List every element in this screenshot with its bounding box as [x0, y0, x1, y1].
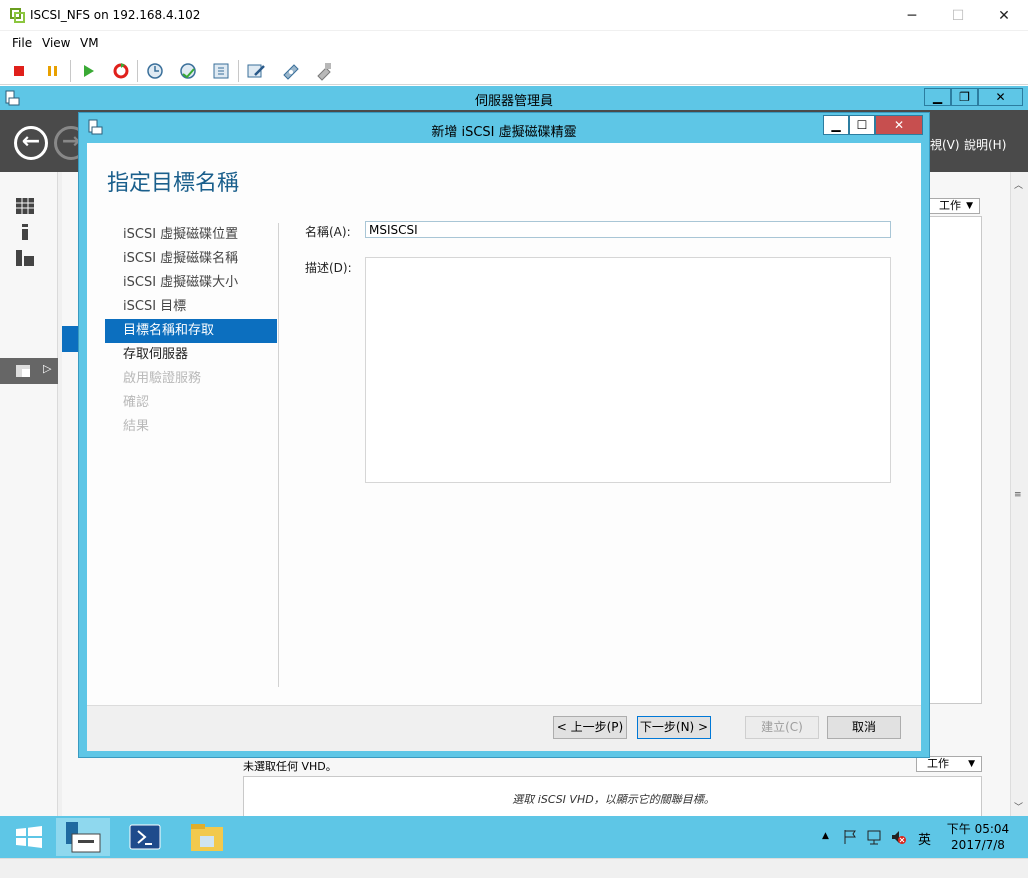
wizard-title: 新增 iSCSI 虛擬磁碟精靈: [431, 125, 577, 140]
wizard-close-button[interactable]: ✕: [875, 115, 923, 135]
input-language-indicator[interactable]: 英: [918, 829, 931, 848]
tray-expand-icon[interactable]: ▲: [822, 831, 829, 841]
create-button[interactable]: 建立(C): [745, 716, 819, 739]
server-manager-title-bar: 伺服器管理員 ▁ ❐ ✕: [0, 86, 1028, 110]
toolbar-separator: [238, 60, 239, 82]
menu-file[interactable]: File: [12, 36, 32, 50]
wizard-step[interactable]: iSCSI 目標: [105, 295, 277, 319]
vhd-hint-text: 選取 iSCSI VHD，以顯示它的關聯目標。: [512, 793, 715, 806]
file-storage-nav-item[interactable]: ▷: [0, 358, 58, 384]
wizard-step[interactable]: 目標名稱和存取: [105, 319, 277, 343]
menu-view-partial[interactable]: 視(V): [930, 136, 960, 153]
name-label: 名稱(A):: [305, 225, 351, 239]
wizard-step[interactable]: iSCSI 虛擬磁碟位置: [105, 223, 277, 247]
volume-muted-icon[interactable]: [890, 829, 906, 845]
vmware-icon: [10, 8, 25, 23]
pause-icon[interactable]: [42, 60, 64, 82]
menu-view[interactable]: View: [42, 36, 70, 50]
no-vhd-selected-label: 未選取任何 VHD。: [243, 760, 337, 773]
description-label: 描述(D):: [305, 261, 352, 275]
cancel-button[interactable]: 取消: [827, 716, 901, 739]
tasks-dropdown-bottom[interactable]: 工作 ▼: [916, 756, 982, 772]
all-servers-icon[interactable]: [16, 250, 34, 266]
wizard-divider: [278, 223, 279, 687]
selected-indicator: [62, 326, 78, 352]
tasks-dropdown-top[interactable]: 工作 ▼: [928, 198, 980, 214]
network-tray-icon[interactable]: [866, 829, 882, 845]
file-storage-icon: [16, 365, 30, 377]
wizard-step: 結果: [123, 419, 150, 434]
wizard-minimize-button[interactable]: ▁: [823, 115, 849, 135]
powershell-icon[interactable]: [118, 818, 172, 856]
tasks-label: 工作: [939, 199, 961, 212]
server-manager-title: 伺服器管理員: [474, 94, 553, 109]
edit-settings-icon[interactable]: [245, 60, 267, 82]
dropdown-arrow-icon: ▼: [968, 759, 975, 769]
clock-date: 2017/7/8: [951, 838, 1005, 852]
cd-dvd-icon[interactable]: [280, 60, 302, 82]
scroll-up-icon[interactable]: ︿: [1014, 178, 1023, 191]
right-panel: [928, 216, 982, 704]
description-field[interactable]: [365, 257, 891, 483]
wizard-step[interactable]: iSCSI 虛擬磁碟名稱: [105, 247, 277, 271]
tasks-label: 工作: [927, 757, 949, 770]
dashboard-icon[interactable]: [16, 198, 34, 214]
wizard-step[interactable]: 存取伺服器: [105, 343, 277, 367]
sm-restore-button[interactable]: ❐: [951, 88, 978, 106]
stop-icon[interactable]: [8, 60, 30, 82]
revert-snapshot-icon[interactable]: [177, 60, 199, 82]
scroll-down-icon[interactable]: ﹀: [1014, 800, 1023, 813]
toolbar-separator: [137, 60, 138, 82]
minimize-button[interactable]: ─: [889, 4, 935, 28]
server-manager-nav: ▷: [0, 172, 58, 818]
vm-toolbar: [0, 55, 1028, 85]
play-icon[interactable]: [77, 60, 99, 82]
sm-close-button[interactable]: ✕: [978, 88, 1023, 106]
expand-arrow-icon[interactable]: ▷: [43, 362, 51, 375]
reset-icon[interactable]: [110, 60, 132, 82]
sm-minimize-button[interactable]: ▁: [924, 88, 951, 106]
wizard-step: 確認: [123, 395, 150, 410]
vm-menu-bar: File View VM: [0, 31, 1028, 55]
start-icon[interactable]: [2, 818, 56, 856]
manage-snapshots-icon[interactable]: [210, 60, 232, 82]
vm-title-bar: ISCSI_NFS on 192.168.4.102 ─ ☐ ✕: [0, 0, 1028, 31]
vm-window-title: ISCSI_NFS on 192.168.4.102: [30, 8, 201, 22]
menu-vm[interactable]: VM: [80, 36, 99, 50]
menu-help[interactable]: 說明(H): [964, 136, 1006, 153]
wizard-step[interactable]: iSCSI 虛擬磁碟大小: [105, 271, 277, 295]
snapshot-icon[interactable]: [144, 60, 166, 82]
dropdown-arrow-icon: ▼: [966, 201, 973, 211]
vertical-scrollbar[interactable]: ︿ ≡ ﹀: [1010, 172, 1028, 818]
previous-button[interactable]: < 上一步(P): [553, 716, 627, 739]
vm-status-strip: [0, 858, 1028, 878]
toolbar-separator: [70, 60, 71, 82]
scroll-grip-icon[interactable]: ≡: [1014, 490, 1022, 500]
file-explorer-icon[interactable]: [180, 818, 234, 856]
wizard-step: 啟用驗證服務: [123, 371, 202, 386]
wizard-heading: 指定目標名稱: [107, 171, 240, 196]
network-icon[interactable]: [313, 60, 335, 82]
next-button[interactable]: 下一步(N) >: [637, 716, 711, 739]
name-field[interactable]: [365, 221, 891, 238]
local-server-icon[interactable]: [16, 224, 34, 240]
wizard-footer: < 上一步(P) 下一步(N) > 建立(C) 取消: [87, 705, 921, 751]
back-arrow-icon[interactable]: ←: [14, 126, 48, 160]
clock-time: 下午 05:04: [946, 822, 1010, 836]
iscsi-wizard-dialog: 新增 iSCSI 虛擬磁碟精靈 ▁ ☐ ✕ 指定目標名稱 iSCSI 虛擬磁碟位…: [78, 112, 930, 758]
taskbar-clock[interactable]: 下午 05:04 2017/7/8: [940, 821, 1016, 853]
maximize-button[interactable]: ☐: [935, 4, 981, 28]
wizard-body: 指定目標名稱 iSCSI 虛擬磁碟位置 iSCSI 虛擬磁碟名稱 iSCSI 虛擬磁…: [87, 143, 921, 751]
guest-desktop: 伺服器管理員 ▁ ❐ ✕ ← → 視(V) 說明(H) ▷ 工作 ▼ ︿ ≡ ﹀ …: [0, 86, 1028, 878]
wizard-maximize-button[interactable]: ☐: [849, 115, 875, 135]
vhd-targets-panel: 選取 iSCSI VHD，以顯示它的關聯目標。: [243, 776, 982, 820]
server-manager-icon[interactable]: [56, 818, 110, 856]
taskbar: ▲ 英 下午 05:04 2017/7/8: [0, 816, 1028, 858]
action-center-flag-icon[interactable]: [842, 829, 858, 845]
close-button[interactable]: ✕: [981, 4, 1027, 28]
